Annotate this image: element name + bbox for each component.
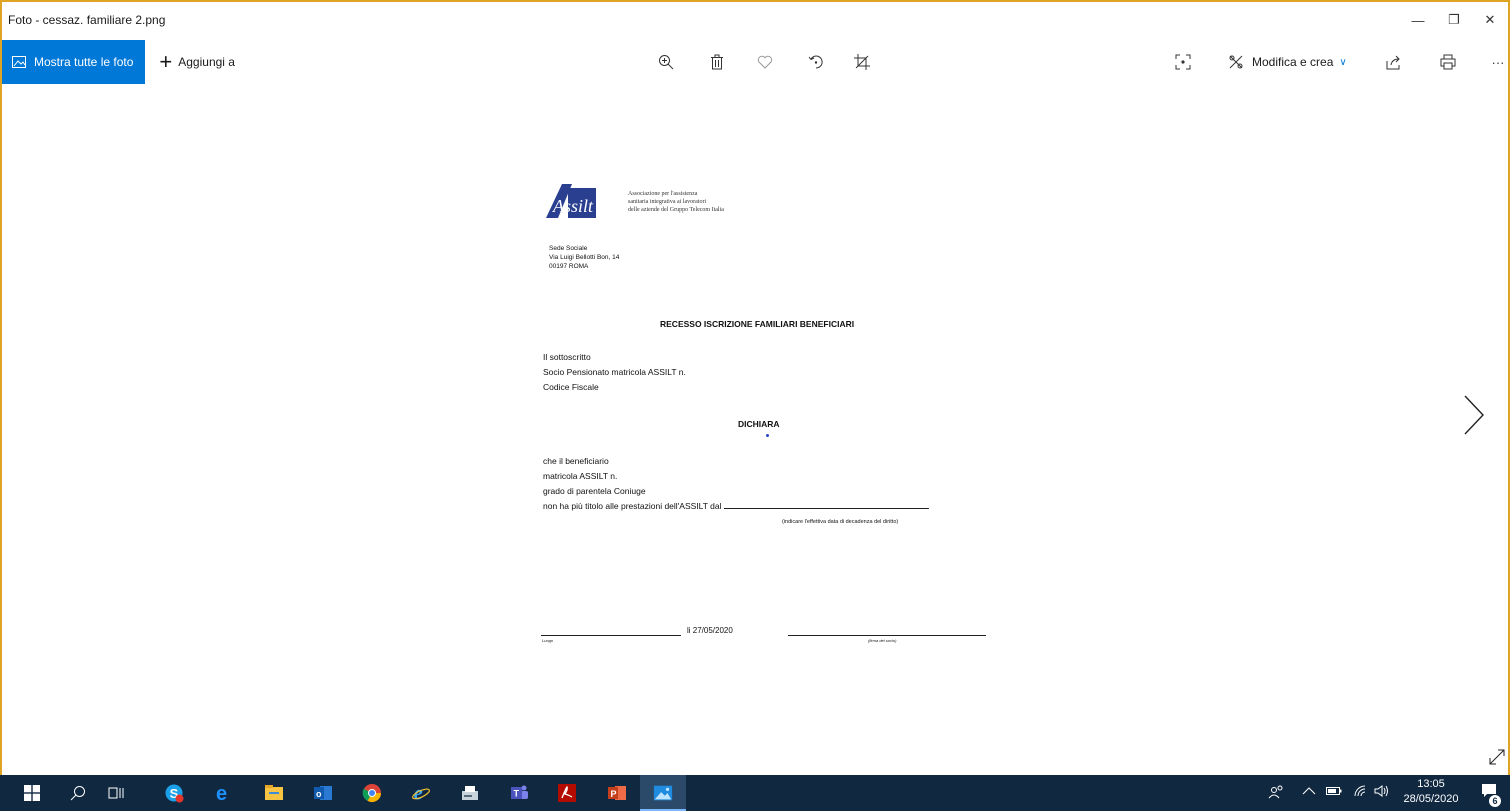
document-image: Assilt Associazione per l'assistenza san… [538,162,998,662]
restore-button[interactable]: ❐ [1436,2,1472,38]
photo-gallery-icon [12,56,26,68]
fax-printer-icon[interactable] [460,783,480,803]
more-options-icon[interactable]: ··· [1488,52,1508,72]
battery-icon[interactable] [1326,785,1342,799]
add-to-button[interactable]: + Aggiungi a [159,51,235,73]
people-icon[interactable] [1268,785,1284,802]
address-line: Sede Sociale [549,245,588,252]
decorative-dot [766,434,769,437]
crop-icon[interactable] [852,52,872,72]
svg-text:o: o [316,789,322,799]
edit-create-icon [1228,54,1244,70]
logo-caption: Associazione per l'assistenza sanitaria … [628,190,724,214]
logo-caption-line: sanitaria integrativa ai lavoratori [628,199,707,205]
termination-line: non ha più titolo alle prestazioni dell'… [543,499,929,514]
edge-browser-icon[interactable]: e [214,783,234,803]
minimize-button[interactable]: — [1400,2,1436,38]
system-clock[interactable]: 13:05 28/05/2020 [1398,777,1464,807]
body-line: Socio Pensionato matricola ASSILT n. [543,367,686,377]
clock-date: 28/05/2020 [1403,793,1459,805]
windows-start-icon[interactable] [22,783,42,803]
date-note: (indicare l'effettiva data di decadenza … [782,519,899,525]
beneficiary-block: che il beneficiario matricola ASSILT n. … [543,454,929,514]
file-explorer-icon[interactable] [264,783,284,803]
date-blank-line [723,508,929,509]
photos-app-window: Foto - cessaz. familiare 2.png — ❐ ✕ Mos… [0,0,1510,775]
clock-time: 13:05 [1417,778,1445,790]
svg-text:P: P [611,789,617,799]
declarant-block: Il sottoscritto Socio Pensionato matrico… [543,350,686,395]
body-line: che il beneficiario [543,456,609,466]
notification-count-badge: 6 [1489,795,1501,807]
edit-create-label: Modifica e crea [1252,55,1334,69]
signature-label: (firma del socio) [868,638,897,643]
body-line: Codice Fiscale [543,382,599,392]
svg-text:Assilt: Assilt [552,196,594,216]
internet-explorer-icon[interactable]: e [411,783,431,803]
assilt-logo-icon: Assilt [546,184,596,218]
svg-text:T: T [514,789,520,799]
volume-icon[interactable] [1374,785,1390,800]
favorite-heart-icon[interactable] [755,52,775,72]
add-to-label: Aggiungi a [178,55,235,69]
address-line: 00197 ROMA [549,263,589,270]
document-heading: RECESSO ISCRIZIONE FAMILIARI BENEFICIARI [660,319,855,329]
title-bar[interactable]: Foto - cessaz. familiare 2.png [2,2,1508,38]
powerpoint-icon[interactable]: P [607,783,627,803]
window-title: Foto - cessaz. familiare 2.png [8,13,166,27]
plus-icon: + [159,49,173,74]
fullscreen-expand-icon[interactable] [1487,747,1507,767]
place-label: Luogo [542,638,554,643]
chevron-down-icon: ∨ [1339,56,1347,68]
signature-date: li 27/05/2020 [687,626,733,635]
edit-create-button[interactable]: Modifica e crea ∨ [1228,40,1347,84]
place-blank-line [541,635,681,636]
address-line: Via Luigi Bellotti Bon, 14 [549,254,620,261]
termination-text: non ha più titolo alle prestazioni dell'… [543,501,722,511]
next-photo-chevron-icon[interactable] [1462,394,1486,436]
outlook-icon[interactable]: o [313,783,333,803]
chrome-icon[interactable] [362,783,382,803]
svg-text:e: e [414,783,423,803]
body-line: matricola ASSILT n. [543,471,618,481]
svg-text:e: e [216,783,227,803]
share-icon[interactable] [1384,52,1404,72]
search-icon[interactable] [68,783,88,803]
body-line: Il sottoscritto [543,352,591,362]
show-hidden-icons-chevron-icon[interactable] [1302,785,1316,799]
visual-search-icon[interactable] [1173,52,1193,72]
task-view-icon[interactable] [106,783,126,803]
address-block: Sede Sociale Via Luigi Bellotti Bon, 14 … [549,244,619,271]
zoom-in-icon[interactable] [656,52,676,72]
logo-caption-line: delle aziende del Gruppo Telecom Italia [628,207,724,213]
declaration-heading: DICHIARA [738,419,780,429]
skype-icon[interactable]: S [164,783,184,803]
wifi-icon[interactable] [1354,785,1368,800]
acrobat-reader-icon[interactable] [557,783,577,803]
print-icon[interactable] [1438,52,1458,72]
photos-app-icon[interactable] [653,783,673,803]
delete-icon[interactable] [707,52,727,72]
teams-icon[interactable]: T [509,783,529,803]
body-line: grado di parentela Coniuge [543,486,646,496]
signature-blank-line [788,635,986,636]
window-controls: — ❐ ✕ [1400,2,1508,38]
show-all-photos-button[interactable]: Mostra tutte le foto [2,40,146,84]
close-button[interactable]: ✕ [1472,2,1508,38]
rotate-icon[interactable] [806,52,826,72]
show-all-photos-label: Mostra tutte le foto [34,55,134,69]
logo-caption-line: Associazione per l'assistenza [628,191,698,197]
